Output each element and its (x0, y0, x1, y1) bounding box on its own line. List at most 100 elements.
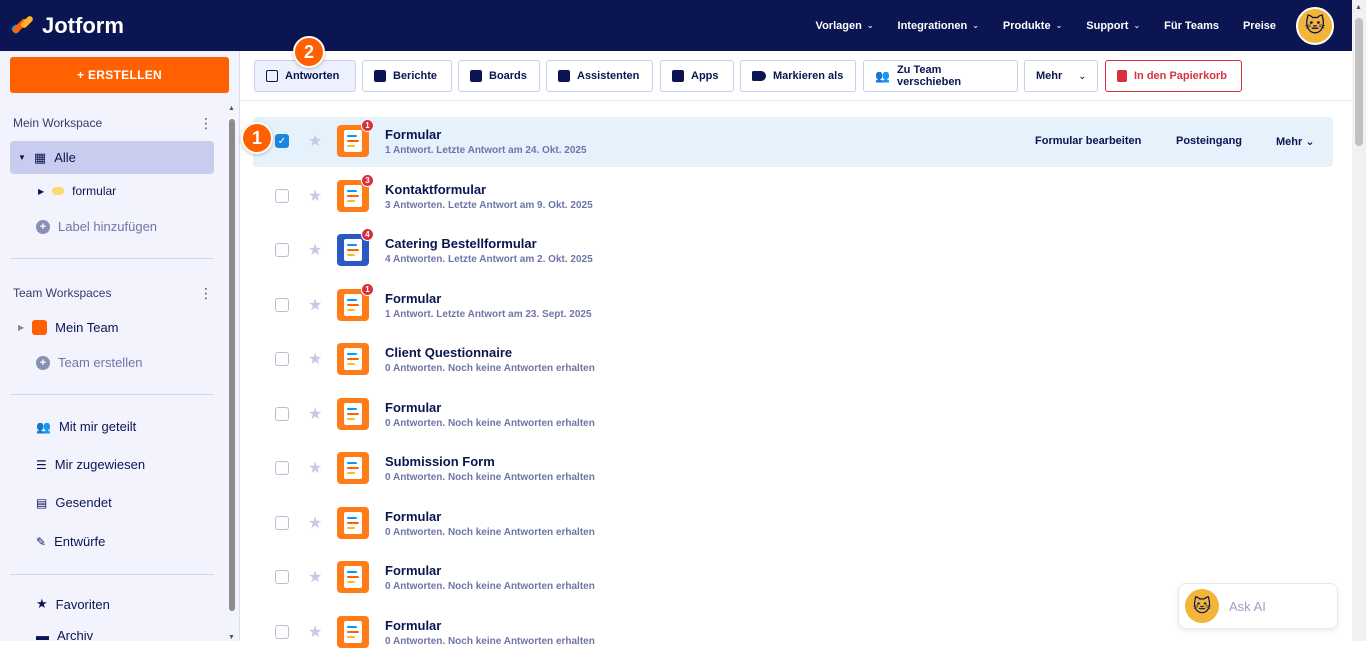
team-workspaces-title: Team Workspaces (13, 286, 112, 300)
scroll-up-arrow-icon[interactable]: ▲ (228, 105, 235, 112)
sidebar-scrollbar-thumb[interactable] (229, 119, 235, 611)
form-row[interactable]: ★ 3 Kontaktformular 3 Antworten. Letzte Ant… (253, 172, 1333, 222)
page-scrollbar[interactable]: ▲ (1352, 0, 1366, 641)
form-title[interactable]: Catering Bestellformular (385, 236, 537, 251)
favorite-star-icon[interactable]: ★ (308, 567, 322, 587)
sidebar-item-sent[interactable]: ▤ Gesendet (36, 495, 112, 510)
ask-ai-button[interactable]: 🐱 Ask AI (1178, 583, 1338, 629)
nav-item-f-r-teams[interactable]: Für Teams (1152, 20, 1231, 32)
more-options-icon[interactable]: ⋮ (199, 115, 213, 132)
caret-right-icon[interactable]: ▶ (18, 323, 24, 332)
sidebar-scrollbar[interactable]: ▲ ▼ (226, 103, 238, 641)
form-title[interactable]: Submission Form (385, 454, 495, 469)
nav-item-support[interactable]: Support ⌄ (1074, 20, 1152, 32)
form-title[interactable]: Formular (385, 127, 441, 142)
nav-item-produkte[interactable]: Produkte ⌄ (991, 20, 1074, 32)
sidebar-item-shared[interactable]: 👥 Mit mir geteilt (36, 419, 136, 434)
chevron-down-icon: ⌄ (1133, 21, 1141, 30)
sidebar-item-archive[interactable]: ▬ Archiv (36, 631, 93, 640)
form-title[interactable]: Formular (385, 509, 441, 524)
form-row[interactable]: ★ Formular 0 Antworten. Noch keine Antwort… (253, 499, 1333, 549)
sidebar-item-drafts[interactable]: ✎ Entwürfe (36, 534, 105, 549)
form-response-summary: 4 Antworten. Letzte Antwort am 2. Okt. 2… (385, 254, 593, 265)
favorite-star-icon[interactable]: ★ (308, 622, 322, 642)
form-title[interactable]: Formular (385, 400, 441, 415)
favorite-star-icon[interactable]: ★ (308, 186, 322, 206)
form-icon[interactable] (337, 343, 369, 375)
jotform-logo[interactable]: Jotform (10, 13, 124, 39)
edit-form-button[interactable]: Formular bearbeiten (1035, 135, 1141, 147)
form-select-checkbox[interactable]: ✓ (275, 134, 289, 148)
form-title[interactable]: Formular (385, 563, 441, 578)
sidebar-item-all[interactable]: ▼ ▦ Alle (10, 141, 214, 174)
checklist-icon: ☰ (36, 457, 47, 472)
caret-down-icon[interactable]: ▼ (18, 153, 26, 162)
form-icon[interactable] (337, 452, 369, 484)
form-row[interactable]: ★ Formular 0 Antworten. Noch keine Antwort… (253, 553, 1333, 603)
nav-item-integrationen[interactable]: Integrationen ⌄ (886, 20, 991, 32)
add-label-button[interactable]: + Label hinzufügen (36, 219, 157, 234)
boards-button[interactable]: Boards (458, 60, 540, 92)
form-title[interactable]: Kontaktformular (385, 182, 486, 197)
move-to-team-button[interactable]: 👥 Zu Team verschieben (863, 60, 1018, 92)
form-row[interactable]: ✓ ★ 1 Formular 1 Antwort. Letzte Antwort am … (253, 117, 1333, 167)
form-row[interactable]: ★ Client Questionnaire 0 Antworten. Noch k… (253, 335, 1333, 385)
trash-icon (1117, 70, 1127, 82)
sidebar-item-assigned[interactable]: ☰ Mir zugewiesen (36, 457, 145, 472)
payment-form-icon[interactable] (337, 397, 369, 430)
favorite-star-icon[interactable]: ★ (308, 240, 322, 260)
favorite-star-icon[interactable]: ★ (308, 295, 322, 315)
form-select-checkbox[interactable] (275, 461, 289, 475)
form-select-checkbox[interactable] (275, 243, 289, 257)
mark-as-button[interactable]: Markieren als (740, 60, 856, 92)
caret-right-icon[interactable]: ▶ (38, 187, 44, 196)
form-icon[interactable] (337, 615, 369, 648)
more-dropdown-button[interactable]: Mehr ⌄ (1024, 60, 1098, 92)
user-avatar[interactable]: 🐱 (1296, 6, 1334, 45)
form-title[interactable]: Formular (385, 291, 441, 306)
scroll-up-arrow-icon[interactable]: ▲ (1355, 4, 1362, 11)
favorite-star-icon[interactable]: ★ (308, 131, 322, 151)
form-select-checkbox[interactable] (275, 406, 289, 421)
inbox-button[interactable]: Posteingang (1176, 135, 1242, 147)
sidebar-item-my-team[interactable]: ▶ Mein Team (18, 320, 119, 335)
form-select-checkbox[interactable] (275, 188, 289, 203)
more-options-icon[interactable]: ⋮ (199, 285, 213, 302)
form-row[interactable]: ★ Formular 0 Antworten. Noch keine Antwort… (253, 390, 1333, 440)
form-icon[interactable] (337, 561, 369, 593)
create-team-button[interactable]: + Team erstellen (36, 355, 143, 370)
row-more-button[interactable]: Mehr ⌄ (1276, 135, 1315, 148)
move-to-trash-button[interactable]: In den Papierkorb (1105, 60, 1242, 92)
nav-item-vorlagen[interactable]: Vorlagen ⌄ (804, 20, 886, 32)
assistants-button[interactable]: Assistenten (546, 60, 653, 92)
page-scrollbar-thumb[interactable] (1355, 18, 1363, 146)
scroll-down-arrow-icon[interactable]: ▼ (228, 634, 235, 641)
form-select-checkbox[interactable] (275, 297, 289, 312)
form-select-checkbox[interactable] (275, 352, 289, 366)
create-button[interactable]: + ERSTELLEN (10, 57, 229, 93)
form-row[interactable]: ★ Submission Form 0 Antworten. Noch keine … (253, 444, 1333, 494)
sidebar-divider (10, 574, 214, 575)
my-workspace-header: Mein Workspace ⋮ (0, 113, 226, 133)
favorite-star-icon[interactable]: ★ (308, 349, 322, 369)
form-row[interactable]: ★ Formular 0 Antworten. Noch keine Antwort… (253, 608, 1333, 658)
form-select-checkbox[interactable] (275, 624, 289, 639)
favorite-star-icon[interactable]: ★ (308, 404, 322, 424)
form-select-checkbox[interactable] (275, 515, 289, 530)
sidebar-item-label-formular[interactable]: ▶ formular (38, 184, 116, 198)
nav-item-preise[interactable]: Preise (1231, 20, 1288, 32)
apps-button[interactable]: Apps (660, 60, 734, 92)
form-title[interactable]: Client Questionnaire (385, 345, 512, 360)
favorite-star-icon[interactable]: ★ (308, 513, 322, 533)
favorite-star-icon[interactable]: ★ (308, 458, 322, 478)
sidebar-item-label: Favoriten (55, 596, 110, 612)
form-row[interactable]: ★ 1 Formular 1 Antwort. Letzte Antwort am 2… (253, 281, 1333, 331)
sidebar-item-label: Mit mir geteilt (58, 419, 137, 434)
form-row[interactable]: ★ 4 Catering Bestellformular 4 Antworten. L… (253, 226, 1333, 276)
sidebar-item-favorites[interactable]: ★ Favoriten (36, 596, 110, 612)
reports-button[interactable]: Berichte (362, 60, 452, 92)
form-title[interactable]: Formular (385, 618, 441, 633)
form-icon[interactable] (337, 506, 369, 539)
form-select-checkbox[interactable] (275, 570, 289, 584)
sidebar-item-label: Mein Team (55, 320, 119, 335)
